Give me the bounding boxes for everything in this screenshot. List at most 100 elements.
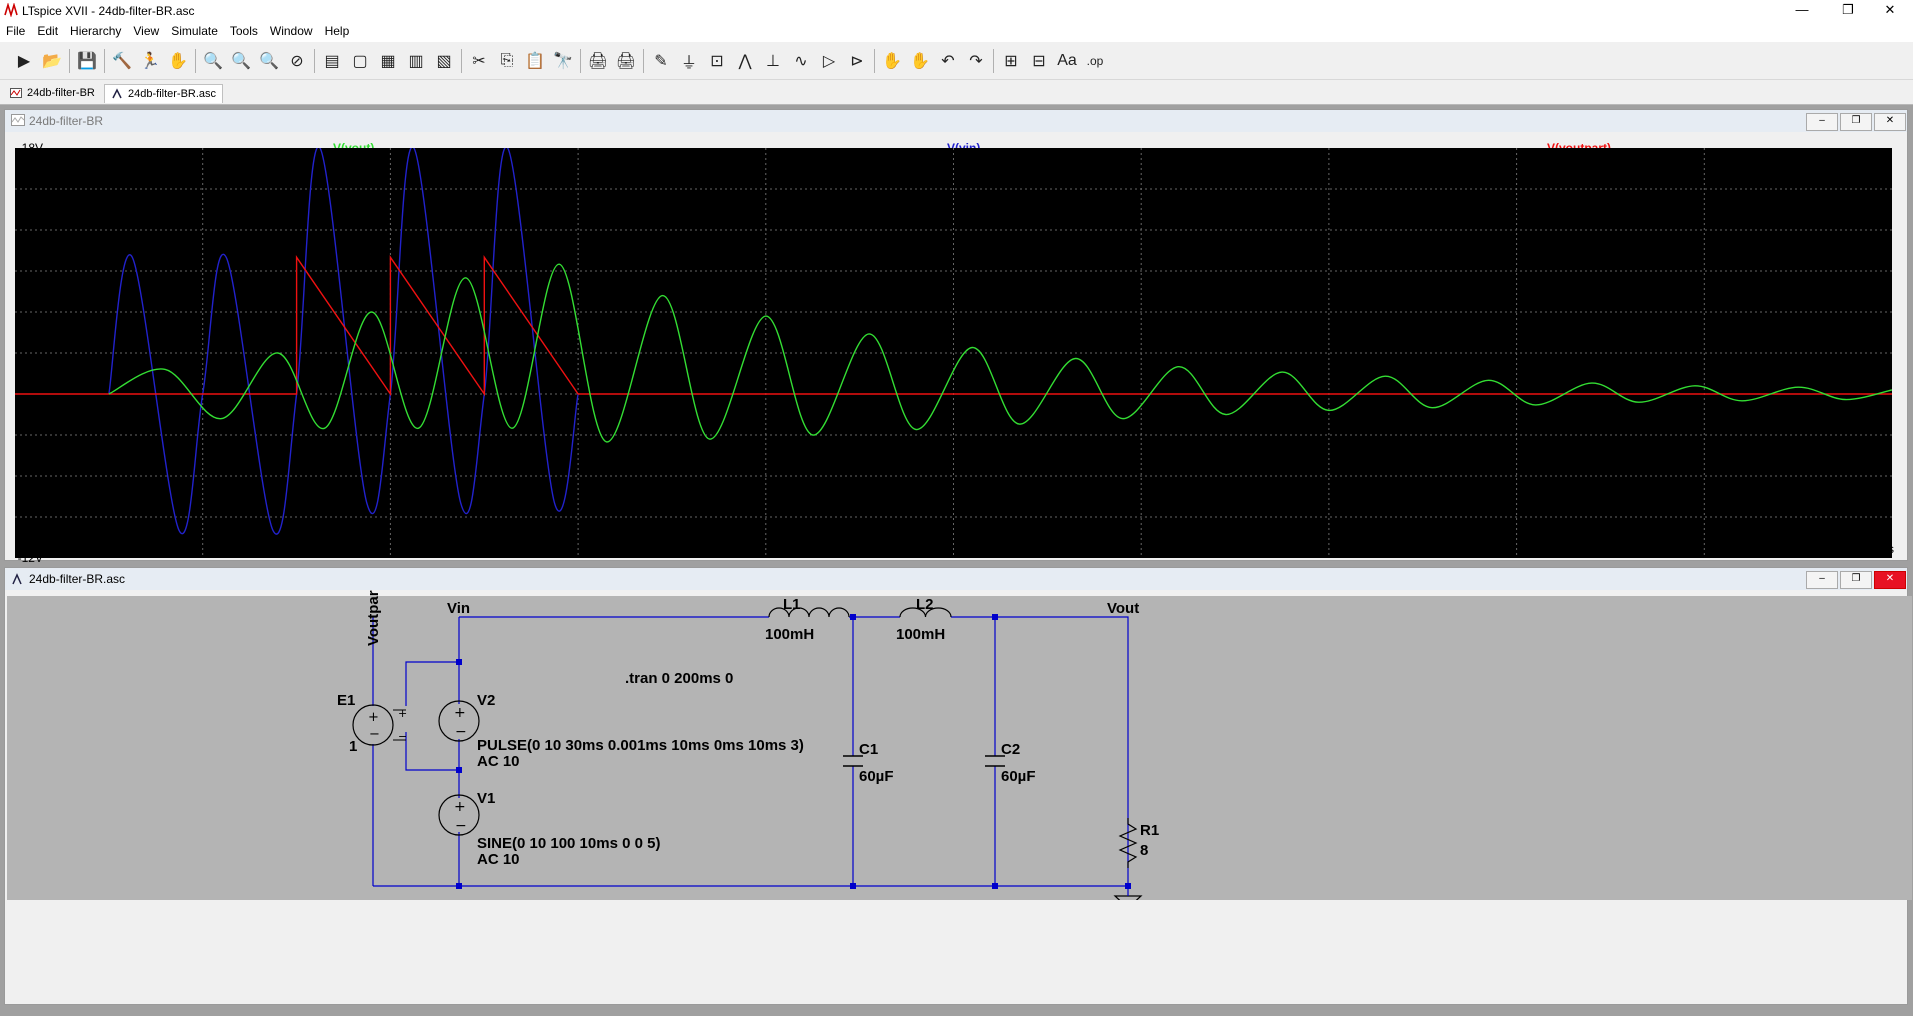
print-preview-icon[interactable]: 🖨 [612,47,640,75]
menu-simulate[interactable]: Simulate [165,22,224,40]
wire-vout[interactable] [951,616,1129,886]
close-button[interactable]: ✕ [1867,0,1913,22]
wire-icon[interactable]: ✎ [647,47,675,75]
resistor-icon[interactable]: ⋀ [731,47,759,75]
menu-bar: File Edit Hierarchy View Simulate Tools Window… [0,22,1913,42]
r1-name: R1 [1140,822,1160,839]
title-bar: LTspice XVII - 24db-filter-BR.asc — ❐ ✕ [0,0,1913,22]
toolbar-separator [314,49,315,73]
l1-value[interactable]: 100mH [765,626,814,643]
tab-schematic[interactable]: 24db-filter-BR.asc [104,84,224,103]
vcvs-e1[interactable]: + − + − [352,704,407,746]
drag-icon[interactable]: ✋ [906,47,934,75]
c1-name: C1 [859,741,879,758]
menu-view[interactable]: View [127,22,165,40]
waveform-plot-area[interactable] [15,148,1892,558]
paste-icon[interactable]: 📋 [521,47,549,75]
ground-icon[interactable] [1113,895,1143,900]
toolbar: ▶ 📂 💾 🔨 🏃 ✋ 🔍 🔍 🔍 ⊘ ▤ ▢ ▦ ▥ ▧ ✂ ⎘ 📋 🔭 🖨 🖨 ✎ ⏚ ⊡ ⋀ ⊥ ∿ ▷ ⊳ ✋ ✋ ↶ ↷ ⊞ ⊟ Aa .op [0,43,1913,80]
spice-directive[interactable]: .tran 0 200ms 0 [625,670,733,687]
component-icon[interactable]: ⊳ [843,47,871,75]
svg-text:+: + [398,707,407,720]
capacitor-icon[interactable]: ⊥ [759,47,787,75]
menu-hierarchy[interactable]: Hierarchy [64,22,127,40]
tile-vertical-icon[interactable]: ▧ [430,47,458,75]
zoom-cancel-icon[interactable]: ⊘ [283,47,311,75]
mdi-workspace: 24db-filter-BR – ❐ ✕ V(vout) V(vin) V(vo… [0,105,1913,1016]
label-net-icon[interactable]: ⊡ [703,47,731,75]
menu-edit[interactable]: Edit [31,22,64,40]
svg-text:−: − [398,730,407,743]
l2-value[interactable]: 100mH [896,626,945,643]
minimize-button[interactable]: — [1779,0,1825,22]
menu-window[interactable]: Window [264,22,319,40]
e1-value[interactable]: 1 [349,738,357,755]
menu-tools[interactable]: Tools [224,22,264,40]
inductor-icon[interactable]: ∿ [787,47,815,75]
toolbar-separator [69,49,70,73]
c1-value[interactable]: 60µF [859,768,894,785]
tile-horizontal-icon[interactable]: ▦ [374,47,402,75]
waveform-restore-button[interactable]: ❐ [1840,113,1872,131]
schematic-window-title: 24db-filter-BR.asc [29,572,126,586]
v1-ac-value[interactable]: AC 10 [477,851,520,868]
wire-e1-minus[interactable] [405,732,459,771]
open-icon[interactable]: 📂 [38,47,66,75]
spice-directive-icon[interactable]: .op [1081,47,1109,75]
zoom-out-icon[interactable]: 🔍 [255,47,283,75]
pan-icon[interactable]: ✋ [164,47,192,75]
voltage-source-v2[interactable]: + − [438,700,480,742]
menu-help[interactable]: Help [319,22,356,40]
save-icon[interactable]: 💾 [73,47,101,75]
r1-value[interactable]: 8 [1140,842,1148,859]
schematic-window-titlebar: 24db-filter-BR.asc – ❐ ✕ [5,568,1907,590]
rotate-icon[interactable]: ⊞ [997,47,1025,75]
v2-ac-value[interactable]: AC 10 [477,753,520,770]
schematic-canvas[interactable]: + − + − + − + − Voutpar Vin Vout L1 100m… [7,590,1912,900]
text-icon[interactable]: Aa [1053,47,1081,75]
waveform-window[interactable]: 24db-filter-BR – ❐ ✕ V(vout) V(vin) V(vo… [4,109,1908,565]
tab-waveform-label: 24db-filter-BR [27,87,95,99]
control-panel-icon[interactable]: 🔨 [108,47,136,75]
undo-icon[interactable]: ↶ [934,47,962,75]
v1-value[interactable]: SINE(0 10 100 10ms 0 0 5) [477,835,660,852]
zoom-in-icon[interactable]: 🔍 [199,47,227,75]
move-icon[interactable]: ✋ [878,47,906,75]
net-label-vout[interactable]: Vout [1107,600,1139,617]
schematic-window[interactable]: 24db-filter-BR.asc – ❐ ✕ + − + − + − + −… [4,567,1912,1005]
waveform-minimize-button[interactable]: – [1806,113,1838,131]
cut-icon[interactable]: ✂ [465,47,493,75]
voltage-source-v1[interactable]: + − [438,794,480,836]
copy-icon[interactable]: ⎘ [493,47,521,75]
plot-settings-icon[interactable]: ▢ [346,47,374,75]
net-label-vin[interactable]: Vin [447,600,470,617]
tab-waveform[interactable]: 24db-filter-BR [4,84,101,102]
redo-icon[interactable]: ↷ [962,47,990,75]
maximize-button[interactable]: ❐ [1825,0,1871,22]
c2-value[interactable]: 60µF [1001,768,1036,785]
waveform-close-button[interactable]: ✕ [1874,113,1906,131]
zoom-full-icon[interactable]: 🔍 [227,47,255,75]
print-icon[interactable]: 🖨 [584,47,612,75]
schematic-minimize-button[interactable]: – [1806,571,1838,589]
run-icon[interactable]: ▶ [10,47,38,75]
schematic-restore-button[interactable]: ❐ [1840,571,1872,589]
halt-icon[interactable]: 🏃 [136,47,164,75]
mirror-icon[interactable]: ⊟ [1025,47,1053,75]
diode-icon[interactable]: ▷ [815,47,843,75]
tab-schematic-label: 24db-filter-BR.asc [128,88,217,100]
autorange-icon[interactable]: ▤ [318,47,346,75]
v1-name: V1 [477,790,496,807]
inductor-l1[interactable] [768,607,850,618]
menu-file[interactable]: File [0,22,31,40]
window-title: LTspice XVII - 24db-filter-BR.asc [22,4,195,18]
schematic-close-button[interactable]: ✕ [1874,571,1906,589]
svg-text:−: − [369,727,380,742]
cascade-icon[interactable]: ▥ [402,47,430,75]
wire-e1-plus[interactable] [405,661,459,706]
find-icon[interactable]: 🔭 [549,47,577,75]
ground-icon[interactable]: ⏚ [675,47,703,75]
l2-name: L2 [916,596,934,613]
net-label-voutpart[interactable]: Voutpar [365,590,382,646]
v2-value[interactable]: PULSE(0 10 30ms 0.001ms 10ms 0ms 10ms 3) [477,737,804,754]
